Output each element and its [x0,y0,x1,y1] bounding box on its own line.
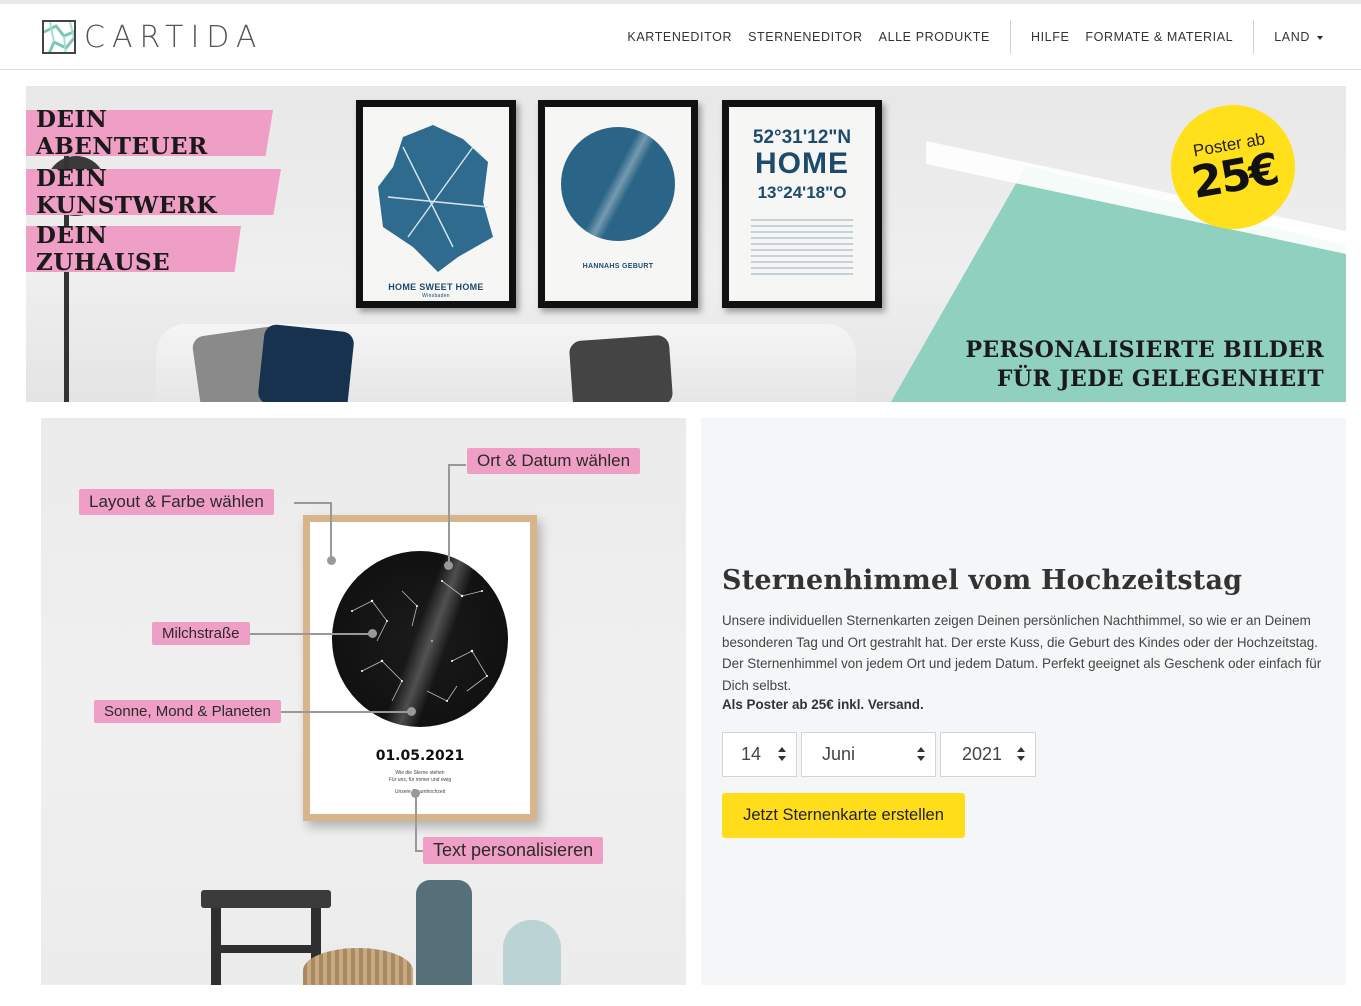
select-arrows-icon [1017,747,1025,763]
callout-ort-datum: Ort & Datum wählen [467,448,641,474]
connector-line [273,711,411,713]
poster-longitude: 13°24'18"O [757,183,847,202]
poster-subtitle: Wie die Sterne stehen [395,770,445,776]
poster-city-map: HOME SWEET HOME Wiesbaden [356,100,516,308]
connector-dot [407,707,416,716]
city-map-shape [378,125,493,272]
connector-dot [444,561,453,570]
poster-caption: HOME SWEET HOME [388,282,484,292]
starmap-circle [332,551,508,727]
constellation-lines [351,580,488,702]
callout-sonne-mond: Sonne, Mond & Planeten [94,700,281,723]
connector-dot [411,789,420,798]
price-value: 25€ [1187,143,1282,209]
connector-line [448,464,450,566]
vase-image [416,880,472,985]
poster-sub: Wiesbaden [422,293,450,299]
basket-image [303,948,413,985]
year-select[interactable]: 2021 [940,732,1036,777]
pillow [257,323,355,402]
create-starmap-button[interactable]: Jetzt Sternenkarte erstellen [722,793,965,838]
day-select[interactable]: 14 [722,732,797,777]
poster-caption: HANNAHS GEBURT [582,263,654,270]
select-arrows-icon [778,747,786,763]
chevron-down-icon [1317,35,1323,40]
hero-banner[interactable]: DEIN ABENTEUER DEIN KUNSTWERK DEIN ZUHAU… [26,86,1346,402]
poster-date: 01.05.2021 [375,748,465,764]
panel-price-note: Als Poster ab 25€ inkl. Versand. [722,697,924,712]
connector-line [415,850,423,852]
logo-text: CARTIDA [84,19,264,55]
panel-title: Sternenhimmel vom Hochzeitstag [722,565,1243,596]
nav-divider [1009,20,1011,54]
tagline-text: DEIN KUNSTWERK [36,165,217,219]
site-header: CARTIDA KARTENEDITOR STERNENEDITOR ALLE … [0,4,1361,70]
poster-home-word: HOME [755,147,849,180]
nav-sterneneditor[interactable]: STERNENEDITOR [740,30,871,44]
star-circle [561,127,675,241]
month-select[interactable]: Juni [801,732,936,777]
poster-star-map: HANNAHS GEBURT [538,100,698,308]
callout-milchstrasse: Milchstraße [152,622,250,645]
connector-dot [368,629,377,638]
tagline-text: DEIN ABENTEUER [36,106,208,160]
nav-formate-material[interactable]: FORMATE & MATERIAL [1077,30,1241,44]
connector-line [415,798,417,850]
connector-line [294,502,331,504]
tagline-abenteuer: DEIN ABENTEUER [26,110,273,156]
nav-hilfe[interactable]: HILFE [1023,30,1077,44]
pillow [568,334,674,402]
connector-dot [327,556,336,565]
main-nav: KARTENEDITOR STERNENEDITOR ALLE PRODUKTE… [619,4,1331,70]
nav-karteneditor[interactable]: KARTENEDITOR [619,30,740,44]
month-value: Juni [822,744,856,764]
callout-layout-farbe: Layout & Farbe wählen [79,489,274,515]
day-value: 14 [741,744,762,764]
year-value: 2021 [962,744,1003,764]
poster-subtitle: Unsere Traumhochzeit [394,789,446,795]
callout-text-personalisieren: Text personalisieren [423,837,604,864]
starmap-feature-image: 01.05.2021 Wie die Sterne stehen Für uns… [41,418,686,985]
connector-line [448,464,466,466]
poster-latitude: 52°31'12"N [752,127,852,148]
claim-line-1: PERSONALISIERTE BILDER [965,337,1324,363]
wooden-frame: 01.05.2021 Wie die Sterne stehen Für uns… [303,515,537,821]
product-panel: Sternenhimmel vom Hochzeitstag Unsere in… [701,418,1346,985]
poster-coordinates: 52°31'12"N HOME 13°24'18"O [722,100,882,308]
connector-line [330,502,332,560]
poster-subtitle: Für uns, für immer und ewig [388,777,452,783]
tagline-zuhause: DEIN ZUHAUSE [26,226,241,272]
logo[interactable]: CARTIDA [42,17,263,57]
nav-alle-produkte[interactable]: ALLE PRODUKTE [871,30,998,44]
tagline-text: DEIN ZUHAUSE [36,222,171,276]
select-arrows-icon [917,747,925,763]
nav-divider [1253,20,1255,54]
tagline-kunstwerk: DEIN KUNSTWERK [26,169,281,215]
vase-image [503,920,561,985]
map-logo-icon [42,20,76,54]
country-label: LAND [1274,30,1310,44]
hero-claim: PERSONALISIERTE BILDER FÜR JEDE GELEGENH… [965,336,1324,394]
poster-word-cloud [751,219,853,277]
panel-description: Unsere individuellen Sternenkarten zeige… [722,613,1322,693]
claim-line-2: FÜR JEDE GELEGENHEIT [996,366,1324,392]
nav-country-dropdown[interactable]: LAND [1266,30,1331,44]
connector-line [245,633,373,635]
